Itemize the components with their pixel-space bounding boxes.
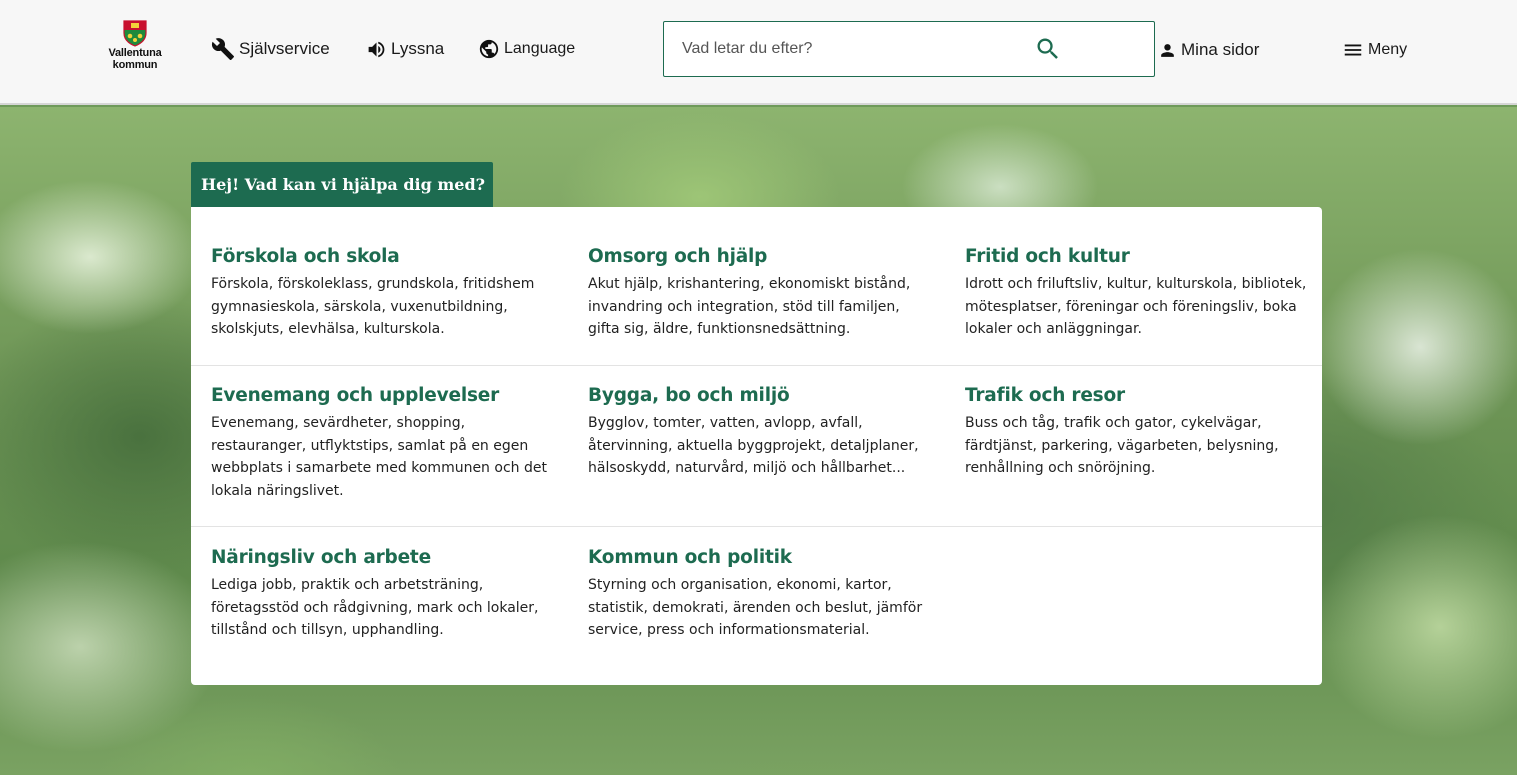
listen-link[interactable]: Lyssna xyxy=(366,36,444,62)
category-omsorg-och-hjalp[interactable]: Omsorg och hjälp Akut hjälp, krishanteri… xyxy=(588,245,933,341)
my-pages-link[interactable]: Mina sidor xyxy=(1158,37,1259,63)
category-title[interactable]: Näringsliv och arbete xyxy=(211,546,556,570)
category-evenemang-och-upplevelser[interactable]: Evenemang och upplevelser Evenemang, sev… xyxy=(211,384,556,502)
category-forskola-och-skola[interactable]: Förskola och skola Förskola, förskolekla… xyxy=(211,245,556,341)
logo-text-line1: Vallentuna xyxy=(108,47,162,59)
selfservice-label: Självservice xyxy=(239,39,330,58)
logo[interactable]: Vallentuna kommun xyxy=(103,19,167,79)
category-row: Evenemang och upplevelser Evenemang, sev… xyxy=(191,366,1322,527)
my-pages-label: Mina sidor xyxy=(1181,40,1260,59)
menu-label: Meny xyxy=(1368,41,1408,58)
hamburger-icon xyxy=(1344,44,1362,56)
category-kommun-och-politik[interactable]: Kommun och politik Styrning och organisa… xyxy=(588,546,933,642)
category-title[interactable]: Förskola och skola xyxy=(211,245,556,269)
speaker-icon xyxy=(368,41,385,57)
category-title[interactable]: Trafik och resor xyxy=(965,384,1310,408)
search-input[interactable] xyxy=(664,22,1064,76)
selfservice-link[interactable]: Självservice xyxy=(211,36,330,62)
category-title[interactable]: Omsorg och hjälp xyxy=(588,245,933,269)
person-icon xyxy=(1161,43,1174,57)
language-label: Language xyxy=(504,40,576,57)
listen-label: Lyssna xyxy=(391,39,445,58)
category-description: Styrning och organisation, ekonomi, kart… xyxy=(588,577,923,638)
category-description: Bygglov, tomter, vatten, avlopp, avfall,… xyxy=(588,415,919,476)
category-bygga-bo-och-miljo[interactable]: Bygga, bo och miljö Bygglov, tomter, vat… xyxy=(588,384,933,480)
search-icon xyxy=(1037,38,1058,59)
site-header: Vallentuna kommun Självservice Lyssna La… xyxy=(0,0,1517,105)
category-description: Idrott och friluftsliv, kultur, kultursk… xyxy=(965,276,1307,337)
category-description: Akut hjälp, krishantering, ekonomiskt bi… xyxy=(588,276,911,337)
category-description: Lediga jobb, praktik och arbetsträning, … xyxy=(211,577,539,638)
category-title[interactable]: Evenemang och upplevelser xyxy=(211,384,556,408)
category-naringsliv-och-arbete[interactable]: Näringsliv och arbete Lediga jobb, prakt… xyxy=(211,546,556,642)
search-button[interactable] xyxy=(1030,32,1066,66)
category-description: Evenemang, sevärdheter, shopping, restau… xyxy=(211,415,547,499)
category-description: Förskola, förskoleklass, grundskola, fri… xyxy=(211,276,535,337)
category-trafik-och-resor[interactable]: Trafik och resor Buss och tåg, trafik oc… xyxy=(965,384,1310,480)
category-card: Förskola och skola Förskola, förskolekla… xyxy=(191,207,1322,685)
wrench-icon xyxy=(211,38,234,60)
coat-of-arms-icon xyxy=(123,20,147,47)
category-row: Näringsliv och arbete Lediga jobb, prakt… xyxy=(191,527,1322,685)
category-title[interactable]: Fritid och kultur xyxy=(965,245,1310,269)
language-link[interactable]: Language xyxy=(478,36,575,62)
logo-text-line2: kommun xyxy=(112,59,158,71)
search-box xyxy=(663,21,1155,77)
category-description: Buss och tåg, trafik och gator, cykelväg… xyxy=(965,415,1279,476)
help-heading: Hej! Vad kan vi hjälpa dig med? xyxy=(191,162,493,207)
globe-icon xyxy=(479,39,499,59)
category-row: Förskola och skola Förskola, förskolekla… xyxy=(191,207,1322,366)
menu-button[interactable]: Meny xyxy=(1342,37,1407,63)
category-title[interactable]: Kommun och politik xyxy=(588,546,933,570)
category-title[interactable]: Bygga, bo och miljö xyxy=(588,384,933,408)
category-fritid-och-kultur[interactable]: Fritid och kultur Idrott och friluftsliv… xyxy=(965,245,1310,341)
